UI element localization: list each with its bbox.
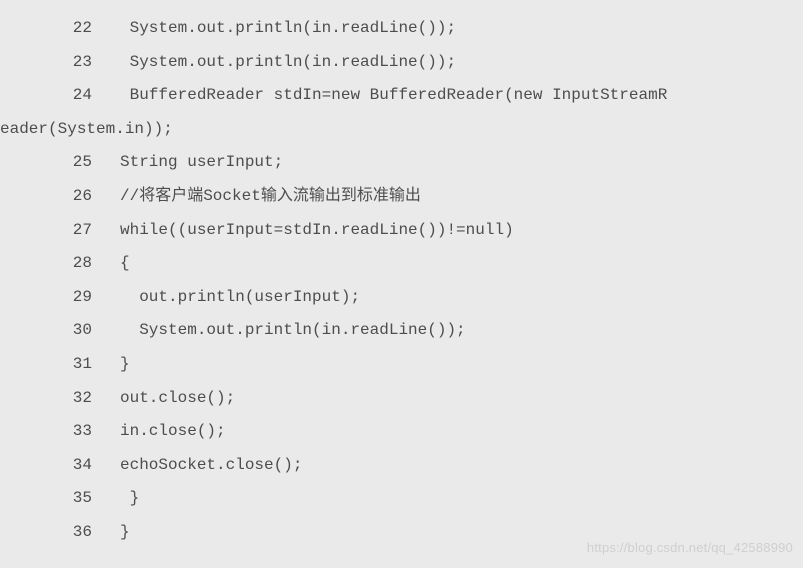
code-line: 33in.close(); [0,415,803,449]
code-line: 24 BufferedReader stdIn=new BufferedRead… [0,79,803,113]
line-number: 27 [0,214,120,248]
code-line: 35 } [0,482,803,516]
code-line: 27while((userInput=stdIn.readLine())!=nu… [0,214,803,248]
code-line: eader(System.in)); [0,113,803,147]
code-text: } [120,348,130,382]
code-text: //将客户端Socket输入流输出到标准输出 [120,180,421,214]
line-number: 36 [0,516,120,550]
code-line: 29 out.println(userInput); [0,281,803,315]
line-number: 26 [0,180,120,214]
code-text: BufferedReader stdIn=new BufferedReader(… [120,79,667,113]
code-line: 23 System.out.println(in.readLine()); [0,46,803,80]
line-number: 25 [0,146,120,180]
code-text: echoSocket.close(); [120,449,302,483]
code-block: 22 System.out.println(in.readLine());23 … [0,12,803,550]
line-number: 35 [0,482,120,516]
line-number: 33 [0,415,120,449]
code-line: 31} [0,348,803,382]
line-number: 34 [0,449,120,483]
code-line: 32out.close(); [0,382,803,416]
line-number: 30 [0,314,120,348]
code-line: 22 System.out.println(in.readLine()); [0,12,803,46]
code-text: eader(System.in)); [0,113,173,147]
line-number: 32 [0,382,120,416]
code-line: 34echoSocket.close(); [0,449,803,483]
line-number: 28 [0,247,120,281]
line-number: 24 [0,79,120,113]
code-line: 30 System.out.println(in.readLine()); [0,314,803,348]
code-text: { [120,247,130,281]
code-text: in.close(); [120,415,226,449]
code-line: 25String userInput; [0,146,803,180]
code-line: 26//将客户端Socket输入流输出到标准输出 [0,180,803,214]
code-text: } [120,482,139,516]
code-text: String userInput; [120,146,283,180]
code-text: out.close(); [120,382,235,416]
line-number: 31 [0,348,120,382]
code-text: System.out.println(in.readLine()); [120,314,466,348]
line-number: 23 [0,46,120,80]
code-text: out.println(userInput); [120,281,360,315]
watermark-text: https://blog.csdn.net/qq_42588990 [587,534,793,561]
code-text: System.out.println(in.readLine()); [120,12,456,46]
line-number: 22 [0,12,120,46]
code-text: System.out.println(in.readLine()); [120,46,456,80]
code-text: } [120,516,130,550]
code-line: 28{ [0,247,803,281]
code-text: while((userInput=stdIn.readLine())!=null… [120,214,514,248]
line-number: 29 [0,281,120,315]
